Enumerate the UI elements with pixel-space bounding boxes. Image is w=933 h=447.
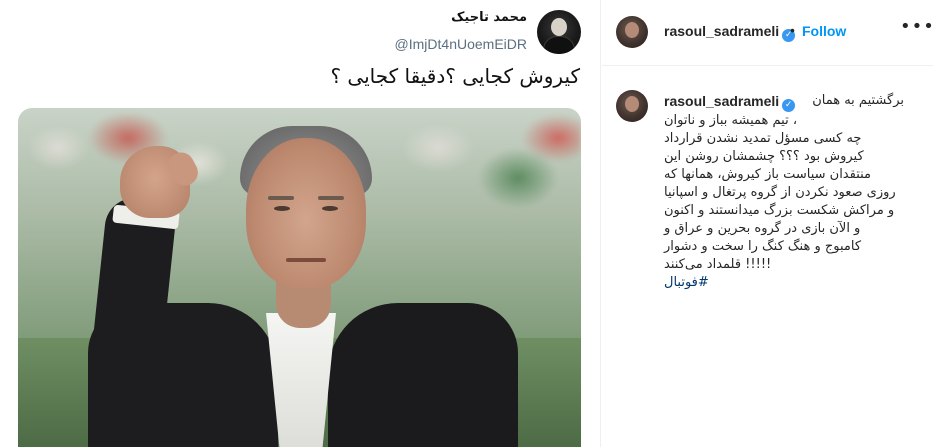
header-separator: •: [790, 22, 795, 38]
caption-body: rasoul_sadrameli ✓ برگشتیم به همان ، تیم …: [664, 92, 904, 292]
post-header: rasoul_sadrameli ✓ • Follow •••: [602, 0, 933, 66]
tweet-header: محمد تاجیک @ImjDt4nUoemEiDR: [21, 8, 581, 58]
tweet-text: کیروش کجایی ؟دقیقا کجایی ؟: [330, 64, 580, 88]
caption-line: !!!!! قلمداد می‌کنند: [664, 257, 772, 272]
caption-line: منتقدان سیاست باز کیروش، همانها که: [664, 167, 872, 182]
caption-username[interactable]: rasoul_sadrameli ✓: [664, 92, 796, 112]
tweet-photo: [18, 108, 581, 447]
caption-line: و مراکش شکست بزرگ میدانستند و اکنون: [664, 203, 895, 218]
caption-first-line: برگشتیم به همان: [812, 93, 904, 108]
caption-line: کامبوج و هنگ کنگ را سخت و دشوار: [664, 239, 862, 254]
caption-avatar[interactable]: [616, 90, 648, 122]
post-media[interactable]: محمد تاجیک @ImjDt4nUoemEiDR کیروش کجایی …: [0, 0, 601, 447]
profile-username-text[interactable]: rasoul_sadrameli: [664, 23, 779, 39]
tweet-author-handle: @ImjDt4nUoemEiDR: [394, 36, 527, 52]
tweet-author-avatar: [537, 10, 581, 54]
caption-hashtag-link[interactable]: #فوتبال: [664, 274, 904, 292]
tweet-author-name: محمد تاجیک: [451, 10, 527, 25]
caption-verified-badge-icon: ✓: [782, 99, 796, 112]
profile-avatar[interactable]: [616, 16, 648, 48]
caption-line: کیروش بود ؟؟؟ چشمشان روشن این: [664, 149, 864, 164]
caption-username-text[interactable]: rasoul_sadrameli: [664, 93, 779, 109]
profile-username[interactable]: rasoul_sadrameli ✓: [664, 23, 796, 42]
post-panel: rasoul_sadrameli ✓ • Follow ••• rasoul_sa…: [602, 0, 933, 447]
follow-button[interactable]: Follow: [802, 23, 846, 39]
caption-line: و الآن بازی در گروه بحرین و عراق و: [664, 221, 861, 236]
caption-line: چه کسی مسؤل تمدید نشدن قرارداد: [664, 131, 862, 146]
caption-line: روزی صعود نکردن از گروه پرتغال و اسپانیا: [664, 185, 896, 200]
caption-line: ، تیم همیشه بباز و ناتوان: [664, 113, 798, 128]
more-options-icon[interactable]: •••: [900, 18, 933, 38]
